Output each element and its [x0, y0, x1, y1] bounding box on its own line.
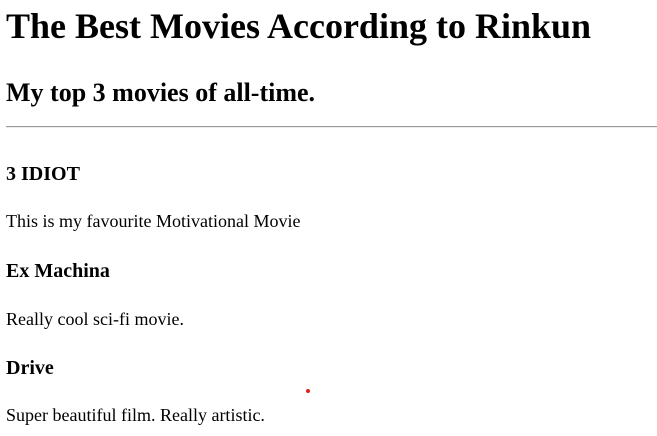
cursor-dot-icon — [306, 389, 310, 393]
page-title: The Best Movies According to Rinkun — [6, 6, 592, 46]
horizontal-rule — [6, 126, 657, 128]
movie-title-1: 3 IDIOT — [6, 163, 80, 185]
movie-description-3: Super beautiful film. Really artistic. — [6, 405, 265, 425]
page-subtitle: My top 3 movies of all-time. — [6, 78, 316, 107]
movie-title-3: Drive — [6, 357, 54, 379]
movie-description-1: This is my favourite Motivational Movie — [6, 211, 301, 231]
movie-title-2: Ex Machina — [6, 260, 110, 282]
movie-description-2: Really cool sci-fi movie. — [6, 309, 184, 329]
